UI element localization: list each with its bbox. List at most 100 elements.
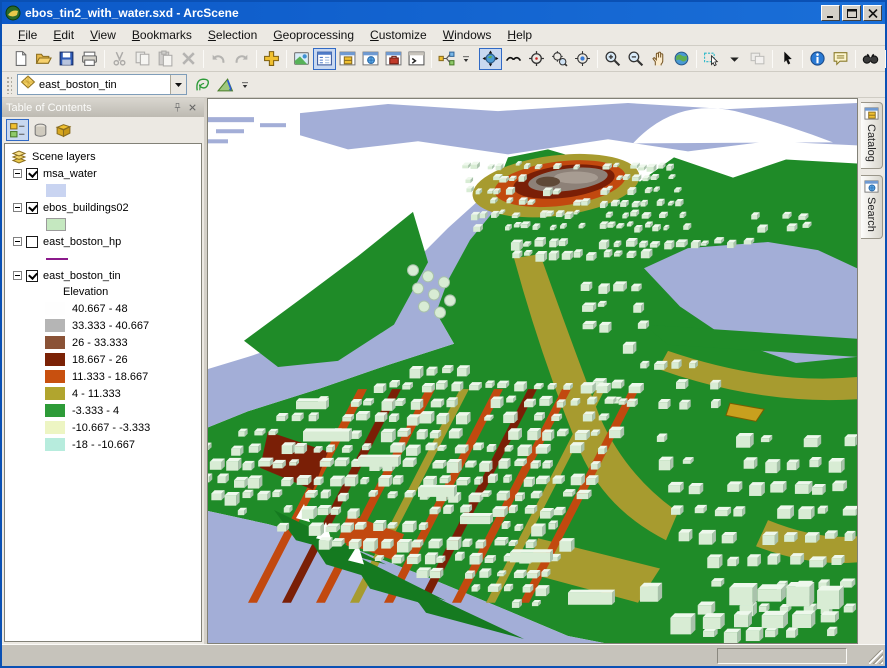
menu-edit[interactable]: Edit (45, 25, 82, 45)
catalog-window-button[interactable] (336, 48, 359, 70)
legend-class-row[interactable]: 40.667 - 48 (5, 300, 201, 317)
tree-node-msa_water[interactable]: msa_water (5, 165, 201, 182)
legend-class-swatch[interactable] (45, 404, 65, 417)
legend-class-row[interactable]: 18.667 - 26 (5, 351, 201, 368)
legend-class-swatch[interactable] (45, 438, 65, 451)
layer-symbol-row[interactable] (5, 182, 201, 199)
select-features-button[interactable] (700, 48, 723, 70)
legend-class-swatch[interactable] (45, 336, 65, 349)
contour-tool-button[interactable] (191, 74, 214, 96)
fill-symbol-swatch[interactable] (46, 184, 66, 197)
toc-panel-header[interactable]: Table of Contents (2, 98, 204, 117)
zoom-out-button[interactable] (624, 48, 647, 70)
toc-window-button[interactable] (313, 48, 336, 70)
set-observer-button[interactable] (571, 48, 594, 70)
identify-button[interactable] (806, 48, 829, 70)
close-icon[interactable] (185, 101, 200, 115)
legend-class-swatch[interactable] (45, 421, 65, 434)
legend-class-row[interactable]: 33.333 - 40.667 (5, 317, 201, 334)
resize-grip[interactable] (869, 650, 883, 664)
python-window-button[interactable] (405, 48, 428, 70)
expander-icon[interactable] (13, 271, 22, 280)
toolbar-options-icon[interactable] (239, 74, 251, 96)
select-elements-button[interactable] (776, 48, 799, 70)
tree-node-east_boston_hp[interactable]: east_boston_hp (5, 233, 201, 250)
pin-icon[interactable] (170, 101, 185, 115)
building (549, 254, 557, 261)
toolbar-options-icon[interactable] (460, 48, 472, 70)
center-target-button[interactable] (525, 48, 548, 70)
menu-bookmarks[interactable]: Bookmarks (124, 25, 200, 45)
steepest-path-button[interactable] (214, 74, 237, 96)
layer-visibility-checkbox[interactable] (26, 270, 38, 282)
expander-icon[interactable] (13, 169, 22, 178)
legend-class-swatch[interactable] (45, 353, 65, 366)
legend-class-swatch[interactable] (45, 387, 65, 400)
new-document-button[interactable] (9, 48, 32, 70)
minimize-button[interactable] (821, 5, 840, 21)
menu-file[interactable]: File (10, 25, 45, 45)
menu-customize[interactable]: Customize (362, 25, 435, 45)
maximize-button[interactable] (842, 5, 861, 21)
dock-tab-catalog[interactable]: Catalog (861, 102, 883, 169)
legend-class-swatch[interactable] (45, 319, 65, 332)
dropdown-arrow-button[interactable] (723, 48, 746, 70)
print-button[interactable] (78, 48, 101, 70)
combo-dropdown-icon[interactable] (170, 75, 186, 94)
line-symbol-swatch[interactable] (46, 258, 68, 260)
list-source-button[interactable] (29, 119, 52, 141)
legend-class-swatch[interactable] (45, 302, 65, 315)
toolbar-grip[interactable] (6, 76, 12, 94)
layer-symbol-row[interactable] (5, 250, 201, 267)
expander-icon[interactable] (13, 203, 22, 212)
tree-node-east_boston_tin[interactable]: east_boston_tin (5, 267, 201, 284)
legend-class-row[interactable]: 11.333 - 18.667 (5, 368, 201, 385)
legend-class-swatch[interactable] (45, 370, 65, 383)
menu-windows[interactable]: Windows (435, 25, 500, 45)
legend-class-row[interactable]: -18 - -10.667 (5, 436, 201, 453)
expander-icon[interactable] (13, 237, 22, 246)
dock-tab-search[interactable]: Search (861, 175, 883, 239)
menu-geoprocessing[interactable]: Geoprocessing (265, 25, 362, 45)
layer-visibility-checkbox[interactable] (26, 168, 38, 180)
building (632, 177, 639, 181)
find-button[interactable] (859, 48, 882, 70)
view-scene-button[interactable] (290, 48, 313, 70)
html-popup-button[interactable] (829, 48, 852, 70)
title-bar[interactable]: ebos_tin2_with_water.sxd - ArcScene (2, 2, 885, 24)
tree-node-scene-layers[interactable]: Scene layers (5, 148, 201, 165)
scene-3d-view[interactable] (208, 99, 857, 643)
zoom-in-button[interactable] (601, 48, 624, 70)
close-button[interactable] (863, 5, 882, 21)
pan-button[interactable] (647, 48, 670, 70)
legend-class-row[interactable]: -10.667 - -3.333 (5, 419, 201, 436)
zoom-target-button[interactable] (548, 48, 571, 70)
add-data-button[interactable] (260, 48, 283, 70)
open-folder-button[interactable] (32, 48, 55, 70)
building (428, 542, 439, 548)
model-builder-button[interactable] (435, 48, 458, 70)
menu-selection[interactable]: Selection (200, 25, 265, 45)
toolbox-window-button[interactable] (382, 48, 405, 70)
menu-help[interactable]: Help (499, 25, 540, 45)
full-extent-button[interactable] (670, 48, 693, 70)
list-visibility-button[interactable] (52, 119, 75, 141)
fly-button[interactable] (502, 48, 525, 70)
scene-viewport[interactable] (207, 98, 858, 644)
list-drawing-order-button[interactable] (6, 119, 29, 141)
layer-visibility-checkbox[interactable] (26, 202, 38, 214)
building (358, 458, 398, 467)
navigate-button[interactable] (479, 48, 502, 70)
tin-layer-combobox[interactable]: east_boston_tin (17, 74, 187, 95)
legend-class-row[interactable]: -3.333 - 4 (5, 402, 201, 419)
legend-class-row[interactable]: 26 - 33.333 (5, 334, 201, 351)
layer-visibility-checkbox[interactable] (26, 236, 38, 248)
save-button[interactable] (55, 48, 78, 70)
tree-node-ebos_buildings02[interactable]: ebos_buildings02 (5, 199, 201, 216)
building (554, 510, 563, 515)
search-window-button[interactable] (359, 48, 382, 70)
menu-view[interactable]: View (82, 25, 124, 45)
fill-symbol-swatch[interactable] (46, 218, 66, 231)
legend-class-row[interactable]: 4 - 11.333 (5, 385, 201, 402)
layer-symbol-row[interactable] (5, 216, 201, 233)
